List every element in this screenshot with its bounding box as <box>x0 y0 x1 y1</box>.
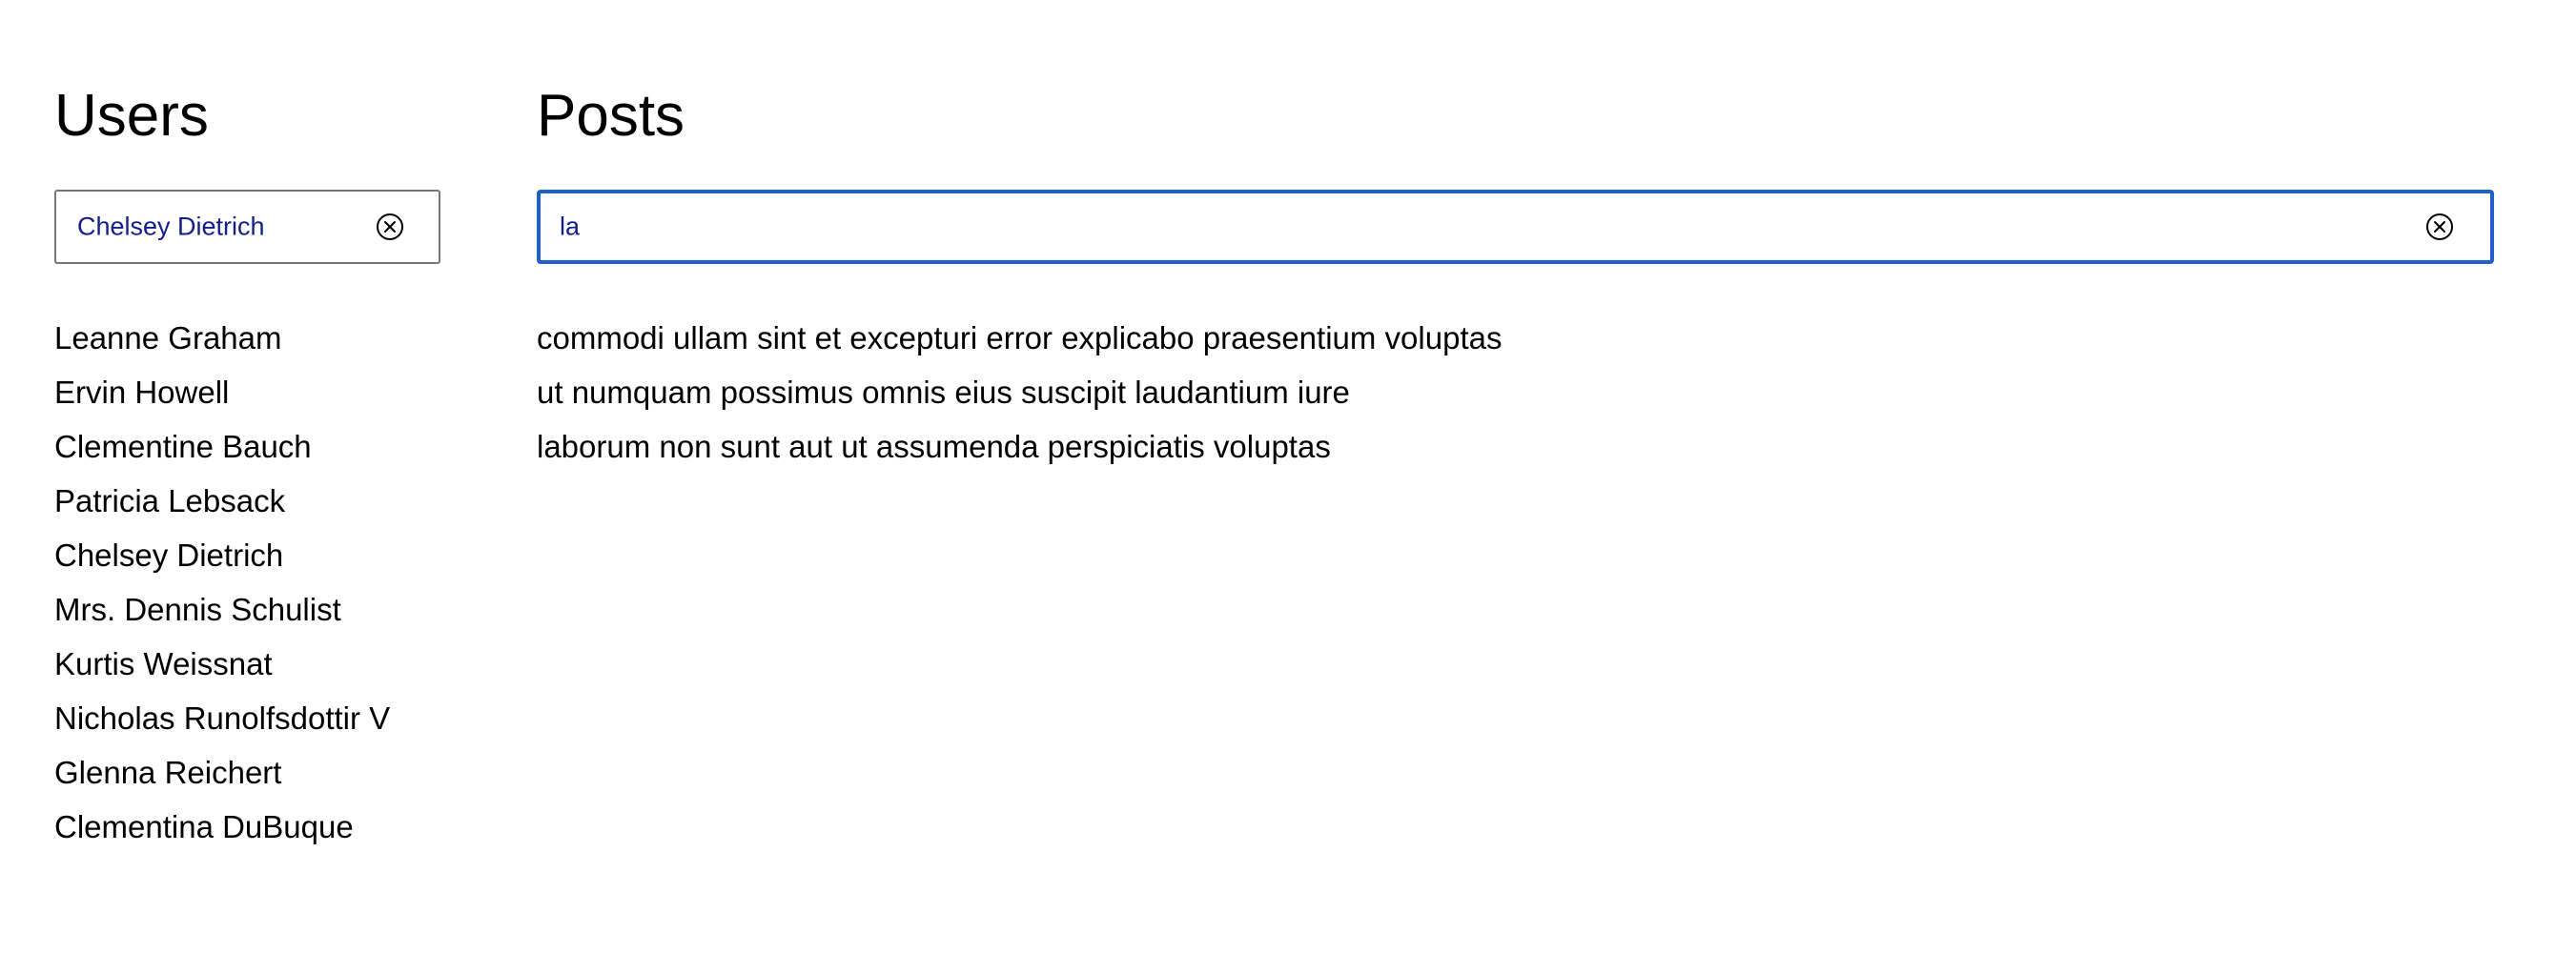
user-item[interactable]: Ervin Howell <box>54 365 390 419</box>
post-item: laborum non sunt aut ut assumenda perspi… <box>537 429 1331 464</box>
user-item[interactable]: Nicholas Runolfsdottir V <box>54 691 390 745</box>
user-item[interactable]: Clementine Bauch <box>54 419 390 474</box>
user-item[interactable]: Leanne Graham <box>54 311 390 365</box>
users-list: Leanne Graham Ervin Howell Clementine Ba… <box>54 311 390 854</box>
posts-heading: Posts <box>537 83 685 149</box>
user-search-value[interactable]: Chelsey Dietrich <box>77 213 265 242</box>
close-circle-icon <box>377 213 403 240</box>
app: Users Chelsey Dietrich Leanne Graham Erv… <box>0 0 2576 974</box>
clear-user-search-button[interactable] <box>374 211 406 243</box>
user-item[interactable]: Glenna Reichert <box>54 745 390 800</box>
user-item[interactable]: Mrs. Dennis Schulist <box>54 582 390 637</box>
posts-list: commodi ullam sint et excepturi error ex… <box>537 311 1502 474</box>
post-item: commodi ullam sint et excepturi error ex… <box>537 320 1503 355</box>
post-search-value[interactable]: la <box>560 213 580 242</box>
post-item: ut numquam possimus omnis eius suscipit … <box>537 375 1350 410</box>
close-circle-icon <box>2426 213 2453 240</box>
clear-post-search-button[interactable] <box>2423 211 2456 243</box>
user-search-field[interactable]: Chelsey Dietrich <box>54 190 440 264</box>
user-item[interactable]: Chelsey Dietrich <box>54 528 390 582</box>
user-item[interactable]: Kurtis Weissnat <box>54 637 390 691</box>
post-search-field[interactable]: la <box>537 190 2494 264</box>
user-item[interactable]: Clementina DuBuque <box>54 800 390 854</box>
users-heading: Users <box>54 83 209 149</box>
user-item[interactable]: Patricia Lebsack <box>54 474 390 528</box>
